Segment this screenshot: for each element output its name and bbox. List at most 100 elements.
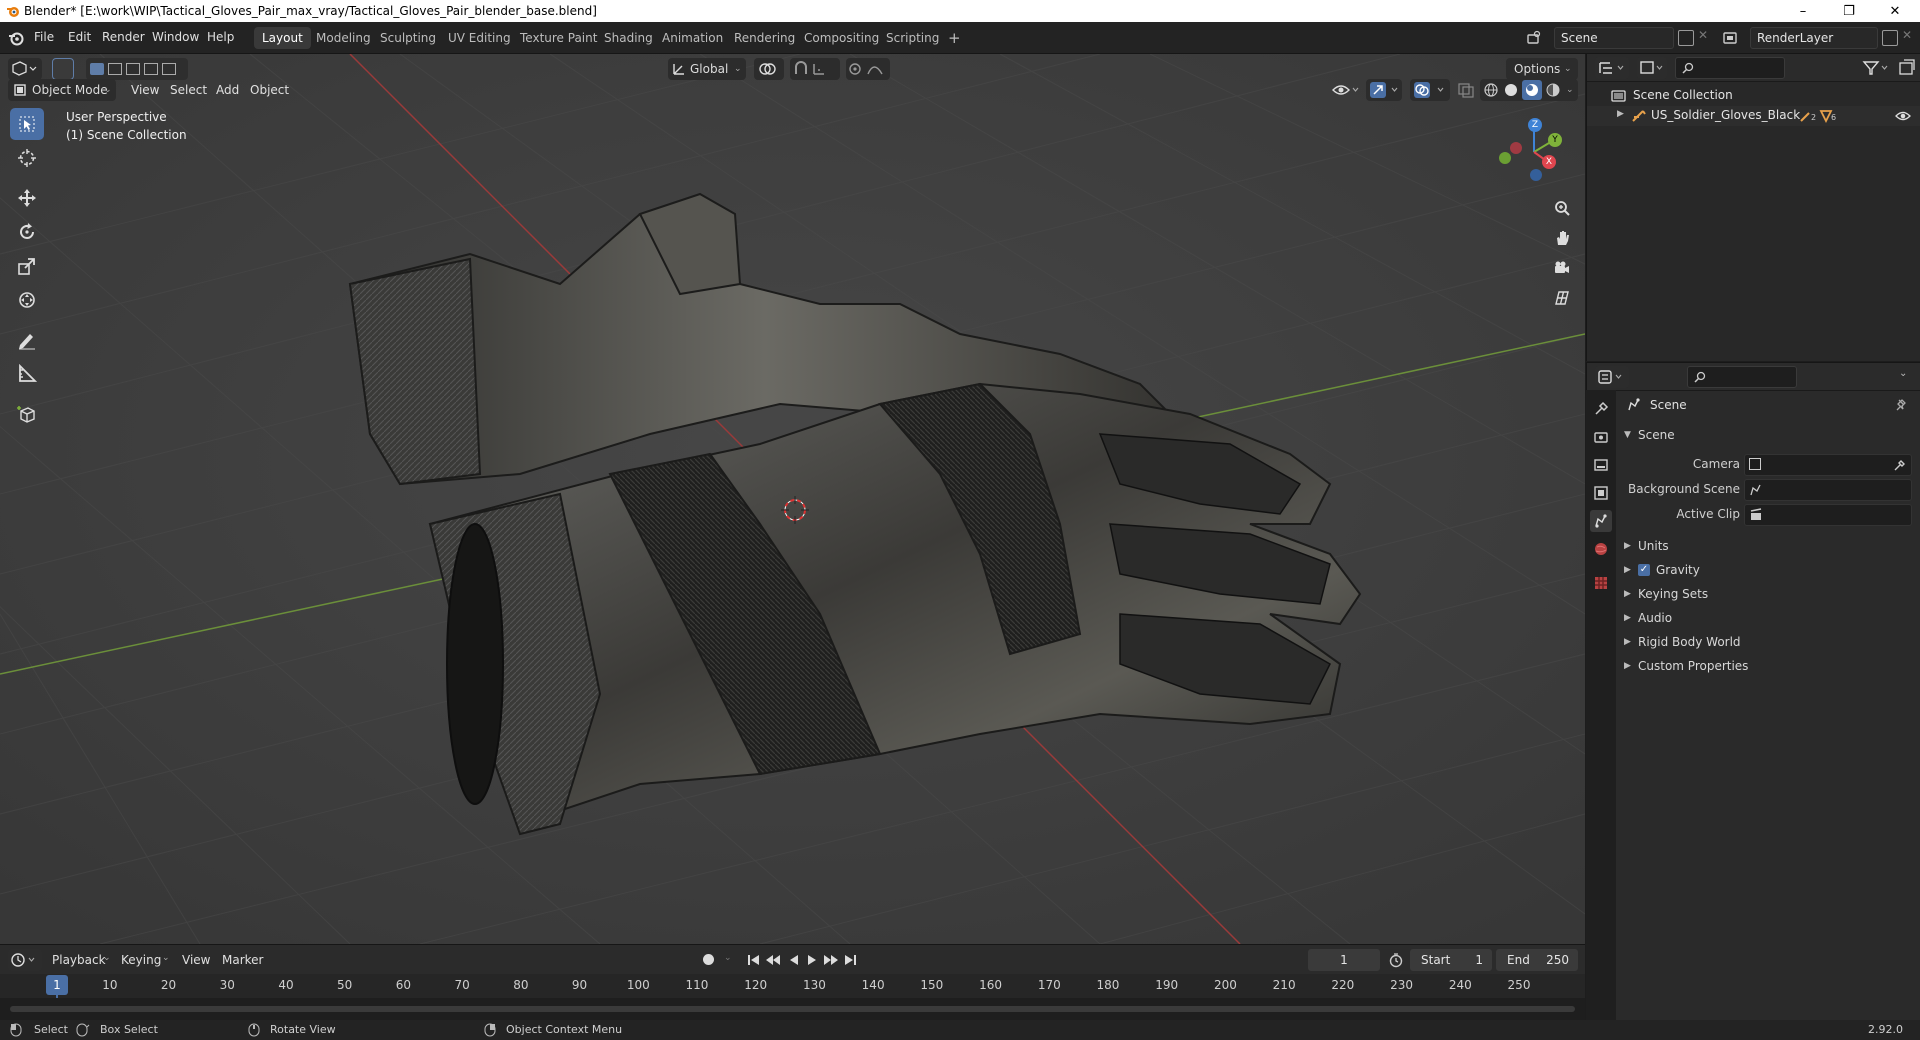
chevron-down-icon[interactable]: ⌄ <box>1566 79 1574 101</box>
display-mode-icon[interactable] <box>1637 57 1667 79</box>
restore-button[interactable]: ❐ <box>1826 0 1872 22</box>
add-workspace-button[interactable]: + <box>940 27 969 49</box>
transform-tool[interactable] <box>10 284 44 316</box>
start-frame-field[interactable]: Start 1 <box>1410 949 1492 971</box>
tab-shading[interactable]: Shading <box>596 27 661 49</box>
properties-editor-type-icon[interactable] <box>1595 366 1629 388</box>
toggle-ortho-grid-icon[interactable] <box>1548 284 1576 312</box>
audio-panel-header[interactable]: ▶ Audio <box>1620 606 1920 630</box>
zoom-icon[interactable] <box>1548 194 1576 222</box>
texture-tab-icon[interactable] <box>1590 572 1612 594</box>
remove-renderlayer-icon[interactable]: ✕ <box>1902 28 1912 42</box>
eyedropper-icon[interactable] <box>1893 458 1907 472</box>
remove-scene-icon[interactable]: ✕ <box>1698 28 1708 42</box>
scene-tab-icon[interactable] <box>1590 510 1612 532</box>
gizmo-z-axis[interactable]: Z <box>1528 118 1542 132</box>
jump-to-keyframe-forward-icon[interactable] <box>822 951 840 969</box>
measure-tool[interactable] <box>10 358 44 390</box>
xray-toggle-icon[interactable] <box>1456 79 1476 101</box>
select-extend-icon[interactable] <box>108 63 122 75</box>
new-collection-icon[interactable] <box>1897 57 1917 79</box>
tab-scripting[interactable]: Scripting <box>878 27 947 49</box>
play-icon[interactable] <box>804 951 820 969</box>
overlays-toggle-icon[interactable] <box>1410 79 1450 101</box>
keying-sets-panel-header[interactable]: ▶ Keying Sets <box>1620 582 1920 606</box>
scale-tool[interactable] <box>10 250 44 282</box>
timeline-body[interactable] <box>0 998 1585 1020</box>
select-box-tool[interactable] <box>10 108 44 140</box>
tab-animation[interactable]: Animation <box>654 27 731 49</box>
menu-playback[interactable]: Playback <box>52 949 106 971</box>
current-frame-field[interactable]: 1 <box>1308 949 1380 971</box>
expand-arrow-icon[interactable]: ▶ <box>1617 109 1624 119</box>
rendered-shading-icon[interactable] <box>1546 83 1560 97</box>
menu-edit[interactable]: Edit <box>68 30 91 44</box>
tab-uv-editing[interactable]: UV Editing <box>440 27 519 49</box>
menu-render[interactable]: Render <box>102 30 145 44</box>
menu-file[interactable]: File <box>34 30 54 44</box>
scene-selector[interactable]: Scene <box>1554 27 1674 49</box>
blender-menu-icon[interactable] <box>8 30 24 46</box>
new-renderlayer-icon[interactable] <box>1882 30 1898 46</box>
cursor-tool[interactable] <box>10 142 44 174</box>
move-tool[interactable] <box>10 182 44 214</box>
select-intersect-icon[interactable] <box>162 63 176 75</box>
filter-icon[interactable] <box>1859 57 1893 79</box>
tab-sculpting[interactable]: Sculpting <box>372 27 444 49</box>
select-subtract-icon[interactable] <box>126 63 140 75</box>
jump-to-start-icon[interactable] <box>746 951 762 969</box>
menu-add[interactable]: Add <box>216 79 239 101</box>
active-clip-field[interactable] <box>1744 504 1912 526</box>
add-cube-tool[interactable] <box>10 398 44 430</box>
tab-texture-paint[interactable]: Texture Paint <box>512 27 605 49</box>
tab-compositing[interactable]: Compositing <box>796 27 887 49</box>
gravity-panel-header[interactable]: ▶ ✓ Gravity <box>1620 558 1920 582</box>
menu-help[interactable]: Help <box>207 30 234 44</box>
units-panel-header[interactable]: ▶ Units <box>1620 534 1920 558</box>
menu-view[interactable]: View <box>131 79 159 101</box>
properties-search-input[interactable] <box>1687 366 1797 388</box>
tab-modeling[interactable]: Modeling <box>308 27 379 49</box>
gizmo-toggle-icon[interactable] <box>1366 79 1402 101</box>
select-invert-icon[interactable] <box>144 63 158 75</box>
jump-to-keyframe-back-icon[interactable] <box>764 951 782 969</box>
gizmo-x-axis[interactable]: X <box>1542 155 1556 169</box>
menu-marker[interactable]: Marker <box>222 949 263 971</box>
outliner-editor-type-icon[interactable] <box>1595 57 1629 79</box>
material-preview-shading-icon[interactable] <box>1522 80 1542 100</box>
record-keyframe-icon[interactable] <box>703 954 714 965</box>
menu-window[interactable]: Window <box>152 30 199 44</box>
outliner-row-object[interactable]: ▶ US_Soldier_Gloves_Black 2 6 <box>1587 106 1920 126</box>
camera-field[interactable] <box>1744 454 1912 476</box>
custom-properties-panel-header[interactable]: ▶ Custom Properties <box>1620 654 1920 678</box>
world-tab-icon[interactable] <box>1590 538 1612 560</box>
rigid-body-world-panel-header[interactable]: ▶ Rigid Body World <box>1620 630 1920 654</box>
gizmo-y-axis[interactable]: Y <box>1548 133 1562 147</box>
pan-hand-icon[interactable] <box>1548 224 1576 252</box>
renderlayer-icon[interactable] <box>1722 30 1740 46</box>
select-new-icon[interactable] <box>90 63 104 75</box>
menu-object[interactable]: Object <box>250 79 289 101</box>
timeline-editor-type-icon[interactable] <box>8 949 42 971</box>
view-layer-tab-icon[interactable] <box>1590 482 1612 504</box>
scene-panel-header[interactable]: ▼ Scene <box>1620 423 1920 447</box>
minimize-button[interactable]: – <box>1780 0 1826 22</box>
play-reverse-icon[interactable] <box>786 951 802 969</box>
chevron-down-icon[interactable]: ⌄ <box>1899 368 1907 379</box>
annotate-tool[interactable] <box>10 324 44 356</box>
tool-tab-icon[interactable] <box>1590 398 1612 420</box>
new-scene-icon[interactable] <box>1678 30 1694 46</box>
pin-icon[interactable] <box>1894 398 1908 412</box>
visibility-eye-icon[interactable] <box>1330 79 1360 101</box>
end-frame-field[interactable]: End 250 <box>1496 949 1578 971</box>
scene-icon[interactable] <box>1526 30 1544 46</box>
object-mode-dropdown[interactable]: Object Mode ⌄ <box>8 79 116 101</box>
render-tab-icon[interactable] <box>1590 426 1612 448</box>
camera-view-icon[interactable] <box>1548 254 1576 282</box>
menu-select[interactable]: Select <box>170 79 207 101</box>
outliner-search-input[interactable] <box>1675 57 1785 79</box>
rotate-tool[interactable] <box>10 216 44 248</box>
tab-layout[interactable]: Layout <box>254 27 311 49</box>
tab-rendering[interactable]: Rendering <box>726 27 803 49</box>
renderlayer-selector[interactable]: RenderLayer <box>1750 27 1878 49</box>
